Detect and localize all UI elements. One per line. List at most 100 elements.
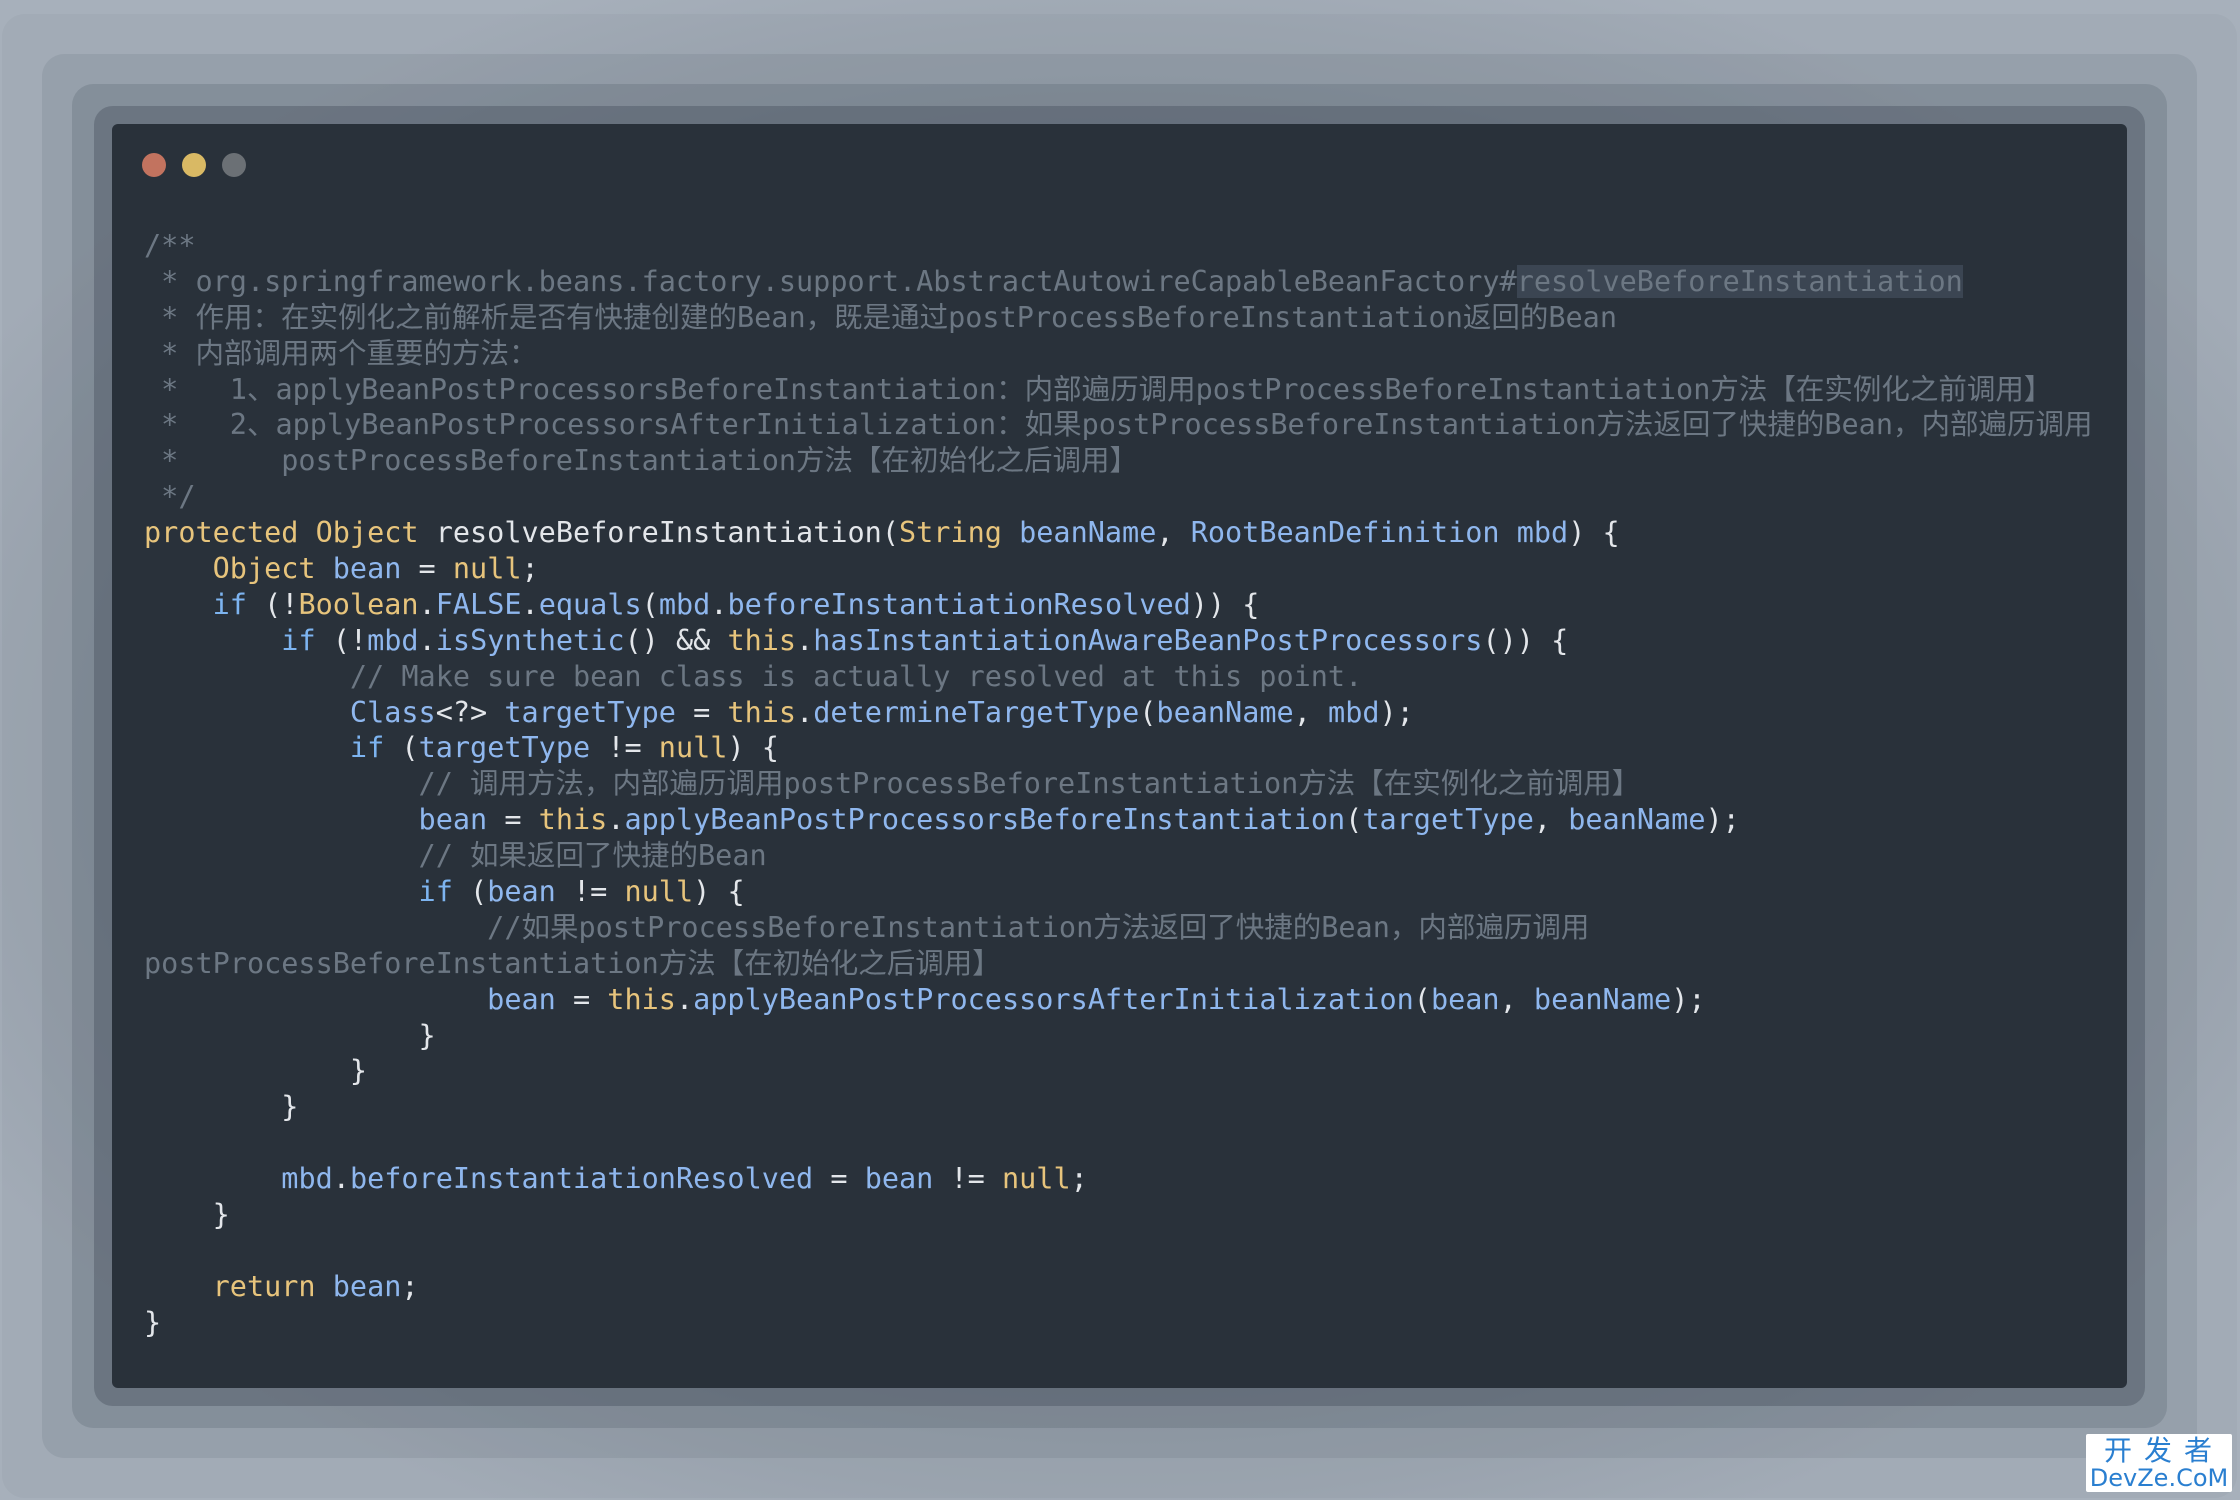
code-token: ; <box>521 552 539 586</box>
code-token: = <box>487 803 539 837</box>
code-line: bean = this.applyBeanPostProcessorsBefor… <box>144 802 2093 838</box>
code-token: bean <box>864 1162 934 1196</box>
code-token: mbd <box>1499 516 1569 550</box>
code-token: bean <box>315 552 402 586</box>
code-token: // 如果返回了快捷的Bean <box>144 839 767 873</box>
code-token: * postProcessBeforeInstantiation方法【在初始化之… <box>144 444 1139 478</box>
code-token: targetType <box>1362 803 1534 837</box>
code-token: null <box>658 731 728 765</box>
code-token: bean <box>315 1269 402 1303</box>
code-line: mbd.beforeInstantiationResolved = bean !… <box>144 1161 2093 1197</box>
code-token: . <box>796 695 814 729</box>
code-token: * org.springframework.beans.factory.supp… <box>144 264 1517 298</box>
close-button[interactable] <box>142 153 166 177</box>
code-token: this <box>727 623 797 657</box>
code-token: if <box>418 875 453 909</box>
code-token: applyBeanPostProcessorsAfterInitializati… <box>693 982 1414 1016</box>
code-token: if <box>349 731 385 765</box>
code-token: ; <box>1070 1162 1088 1196</box>
code-line: } <box>144 1305 2093 1341</box>
code-token: * 1、applyBeanPostProcessorsBeforeInstant… <box>144 372 2053 406</box>
code-line: * 2、applyBeanPostProcessorsAfterInitiali… <box>144 407 2093 443</box>
code-line: } <box>144 1053 2093 1089</box>
code-token: resolveBeforeInstantiation( <box>418 516 899 550</box>
code-line: * 1、applyBeanPostProcessorsBeforeInstant… <box>144 372 2093 408</box>
code-line: /** <box>144 228 2093 264</box>
code-token: applyBeanPostProcessorsBeforeInstantiati… <box>624 803 1346 837</box>
code-token: mbd <box>367 623 419 657</box>
code-token: ( <box>641 587 659 621</box>
code-token: beanName <box>1533 982 1672 1016</box>
code-token: isSynthetic <box>435 623 625 657</box>
code-line: // Make sure bean class is actually reso… <box>144 659 2093 695</box>
code-token: String <box>898 516 1002 550</box>
code-line: } <box>144 1018 2093 1054</box>
code-line: } <box>144 1197 2093 1233</box>
code-token: . <box>521 587 539 621</box>
code-token: determineTargetType <box>813 695 1140 729</box>
code-line: if (targetType != null) { <box>144 730 2093 766</box>
code-token: (! <box>246 587 299 621</box>
code-token: postProcessBeforeInstantiation方法【在初始化之后调… <box>144 946 1001 980</box>
code-token: mbd <box>658 587 711 621</box>
code-token: RootBeanDefinition <box>1190 516 1500 550</box>
code-line: * org.springframework.beans.factory.supp… <box>144 264 2093 300</box>
code-token: ( <box>1139 695 1157 729</box>
code-token: mbd <box>281 1162 333 1196</box>
code-token: , <box>1156 516 1191 550</box>
code-token: } <box>144 1305 162 1339</box>
code-token: , <box>1533 803 1569 837</box>
code-line: bean = this.applyBeanPostProcessorsAfter… <box>144 982 2093 1018</box>
code-token: != <box>555 875 625 909</box>
code-token: != <box>933 1162 1002 1196</box>
code-token: ()) { <box>1482 623 1569 657</box>
code-token: bean <box>487 982 556 1016</box>
minimize-button[interactable] <box>182 153 206 177</box>
code-line: */ <box>144 479 2093 515</box>
code-token: ) { <box>727 731 779 765</box>
code-token: ; <box>401 1269 419 1303</box>
code-token: * 2、applyBeanPostProcessorsAfterInitiali… <box>144 408 2093 442</box>
watermark-top-text: 开发者 <box>2103 1434 2224 1467</box>
code-token: ) { <box>693 875 745 909</box>
code-token: null <box>1001 1162 1071 1196</box>
code-token: . <box>418 623 436 657</box>
code-token: protected <box>144 516 316 550</box>
zoom-button[interactable] <box>222 153 246 177</box>
code-token: (! <box>315 623 368 657</box>
code-line: if (bean != null) { <box>144 874 2093 910</box>
code-line: // 如果返回了快捷的Bean <box>144 838 2093 874</box>
code-token: . <box>332 1162 350 1196</box>
code-token: ); <box>1671 982 1706 1016</box>
code-line: * postProcessBeforeInstantiation方法【在初始化之… <box>144 443 2093 479</box>
code-token: */ <box>144 480 196 514</box>
code-token: = <box>555 982 608 1016</box>
code-token: )) { <box>1190 587 1260 621</box>
code-token: } <box>144 1054 368 1088</box>
code-token: ( <box>452 875 488 909</box>
code-line: } <box>144 1089 2093 1125</box>
code-token: bean <box>418 803 488 837</box>
code-line: protected Object resolveBeforeInstantiat… <box>144 515 2093 551</box>
code-token: bean <box>1430 982 1500 1016</box>
code-token: equals <box>538 587 642 621</box>
watermark-bottom-text: DevZe.CoM <box>2089 1464 2229 1492</box>
code-token: != <box>590 731 659 765</box>
code-token: return <box>212 1269 316 1303</box>
code-token: if <box>281 623 316 657</box>
code-token: this <box>727 695 797 729</box>
code-token: . <box>675 982 694 1016</box>
code-token: Boolean <box>298 587 419 621</box>
code-token: null <box>452 552 522 586</box>
code-token: // 调用方法，内部遍历调用postProcessBeforeInstantia… <box>144 767 1641 801</box>
code-block: /** * org.springframework.beans.factory.… <box>144 228 2093 1341</box>
code-token: beforeInstantiationResolved <box>727 587 1191 621</box>
code-token: } <box>144 1198 230 1232</box>
